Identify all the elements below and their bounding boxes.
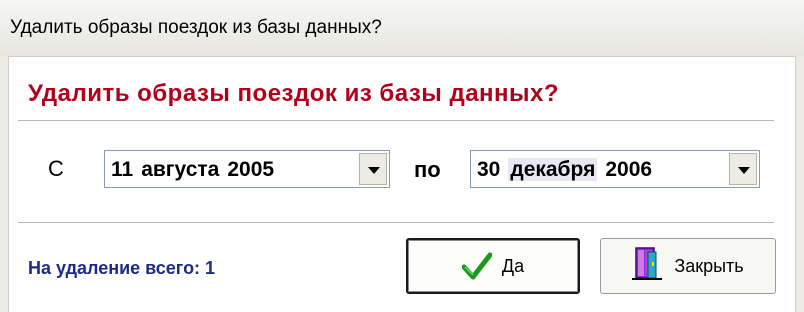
door-exit-icon bbox=[632, 246, 664, 286]
window-frame-left bbox=[0, 56, 9, 312]
date-to-label: по bbox=[414, 157, 441, 182]
window-title: Удалить образы поездок из базы данных? bbox=[10, 17, 382, 38]
date-from-dropdown-button[interactable] bbox=[359, 153, 387, 185]
title-bar: Удалить образы поездок из базы данных? bbox=[0, 0, 804, 57]
yes-button-label: Да bbox=[501, 255, 525, 276]
date-from-year[interactable]: 2005 bbox=[227, 158, 274, 181]
date-from-value: 11 августа 2005 bbox=[111, 158, 282, 182]
delete-total-count: На удаление всего: 1 bbox=[28, 258, 216, 278]
close-button[interactable]: Закрыть bbox=[600, 238, 776, 294]
delete-trips-dialog: Удалить образы поездок из базы данных? У… bbox=[0, 0, 804, 312]
date-to-day[interactable]: 30 bbox=[477, 158, 500, 181]
dialog-heading: Удалить образы поездок из базы данных? bbox=[28, 80, 560, 107]
chevron-down-icon bbox=[368, 167, 380, 174]
separator-bottom bbox=[18, 222, 774, 224]
chevron-down-icon bbox=[738, 167, 750, 174]
separator-top bbox=[18, 120, 774, 122]
date-from-label: С bbox=[48, 156, 64, 181]
date-from-month[interactable]: августа bbox=[141, 158, 219, 181]
date-to-year[interactable]: 2006 bbox=[605, 158, 652, 181]
checkmark-icon bbox=[461, 252, 492, 280]
date-to-month[interactable]: декабря bbox=[508, 158, 598, 181]
date-to-value: 30 декабря 2006 bbox=[477, 158, 660, 182]
close-button-label: Закрыть bbox=[674, 255, 744, 276]
date-from-day[interactable]: 11 bbox=[111, 158, 133, 181]
yes-button[interactable]: Да bbox=[406, 238, 580, 294]
window-frame-right bbox=[795, 56, 804, 312]
date-from-picker[interactable]: 11 августа 2005 bbox=[104, 150, 390, 188]
date-to-dropdown-button[interactable] bbox=[729, 153, 757, 185]
date-to-picker[interactable]: 30 декабря 2006 bbox=[470, 150, 760, 188]
